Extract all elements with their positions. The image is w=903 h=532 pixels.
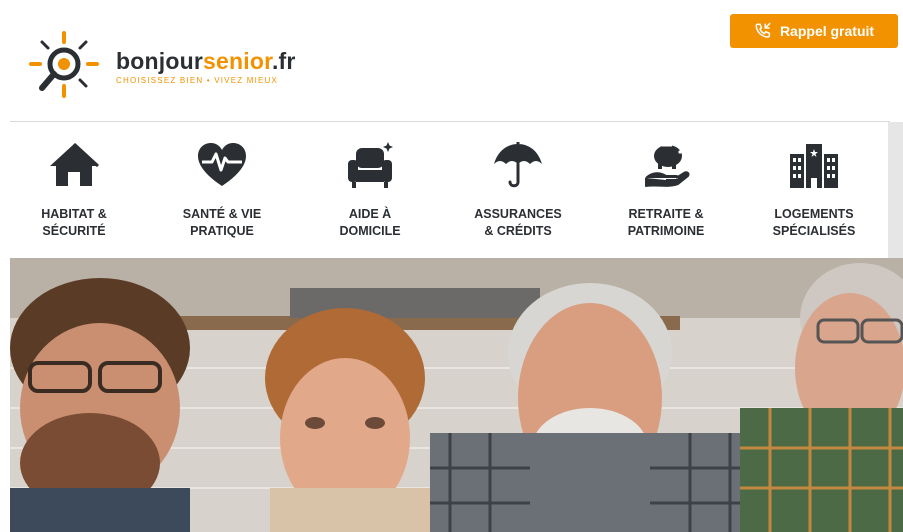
- callback-button[interactable]: Rappel gratuit: [730, 14, 898, 48]
- nav-label: LOGEMENTS SPÉCIALISÉS: [740, 206, 888, 240]
- heart-pulse-icon: [198, 143, 246, 186]
- nav-label: HABITAT & SÉCURITÉ: [0, 206, 148, 240]
- brand-tagline: CHOISISSEZ BIEN • VIVEZ MIEUX: [116, 76, 279, 85]
- nav-label-line1: HABITAT &: [41, 207, 107, 221]
- phone-callback-icon: [755, 22, 771, 38]
- nav-label-line1: SANTÉ & VIE: [182, 207, 262, 221]
- nav-item-logements[interactable]: LOGEMENTS SPÉCIALISÉS: [740, 122, 888, 258]
- family-group-photo: [10, 258, 903, 532]
- nav-item-assurances[interactable]: ASSURANCES & CRÉDITS: [444, 122, 592, 258]
- nav-label: ASSURANCES & CRÉDITS: [444, 206, 592, 240]
- nav-item-retraite[interactable]: RETRAITE & PATRIMOINE: [592, 122, 740, 258]
- nav-label-line2: DOMICILE: [339, 224, 401, 238]
- magnifier-sun-icon: [29, 31, 99, 98]
- scrollbar[interactable]: [888, 122, 903, 258]
- nav-label-line2: PRATIQUE: [190, 224, 254, 238]
- nav-item-habitat[interactable]: HABITAT & SÉCURITÉ: [0, 122, 148, 258]
- callback-label: Rappel gratuit: [779, 23, 875, 39]
- piggy-bank-icon: [645, 144, 690, 187]
- nav-label-line2: & CRÉDITS: [484, 224, 552, 238]
- brand-name-part1: bonjour: [116, 48, 203, 74]
- nav-item-sante[interactable]: SANTÉ & VIE PRATIQUE: [148, 122, 296, 258]
- site-header: bonjoursenior.fr CHOISISSEZ BIEN • VIVEZ…: [0, 0, 903, 122]
- house-icon: [50, 142, 100, 186]
- nav-label-line2: SÉCURITÉ: [42, 224, 106, 238]
- umbrella-icon: [494, 142, 542, 188]
- brand-name: bonjoursenior.fr: [116, 48, 296, 75]
- nav-label-line1: RETRAITE &: [628, 207, 704, 221]
- building-icon: [790, 144, 838, 188]
- nav-label-line1: LOGEMENTS: [774, 207, 854, 221]
- category-nav: HABITAT & SÉCURITÉ SANTÉ & VIE PRATIQUE …: [0, 122, 888, 258]
- nav-label: SANTÉ & VIE PRATIQUE: [148, 206, 296, 240]
- nav-label-line2: PATRIMOINE: [627, 224, 705, 238]
- nav-label: RETRAITE & PATRIMOINE: [592, 206, 740, 240]
- armchair-icon: [348, 142, 393, 188]
- nav-label: AIDE À DOMICILE: [296, 206, 444, 240]
- hero-photo: [10, 258, 903, 532]
- brand-name-part2: senior: [203, 48, 272, 74]
- nav-label-line1: ASSURANCES: [474, 207, 562, 221]
- nav-label-line1: AIDE À: [348, 207, 392, 221]
- logo[interactable]: bonjoursenior.fr CHOISISSEZ BIEN • VIVEZ…: [28, 30, 328, 100]
- nav-label-line2: SPÉCIALISÉS: [772, 224, 856, 238]
- nav-item-aide[interactable]: AIDE À DOMICILE: [296, 122, 444, 258]
- brand-name-part3: .fr: [271, 48, 296, 74]
